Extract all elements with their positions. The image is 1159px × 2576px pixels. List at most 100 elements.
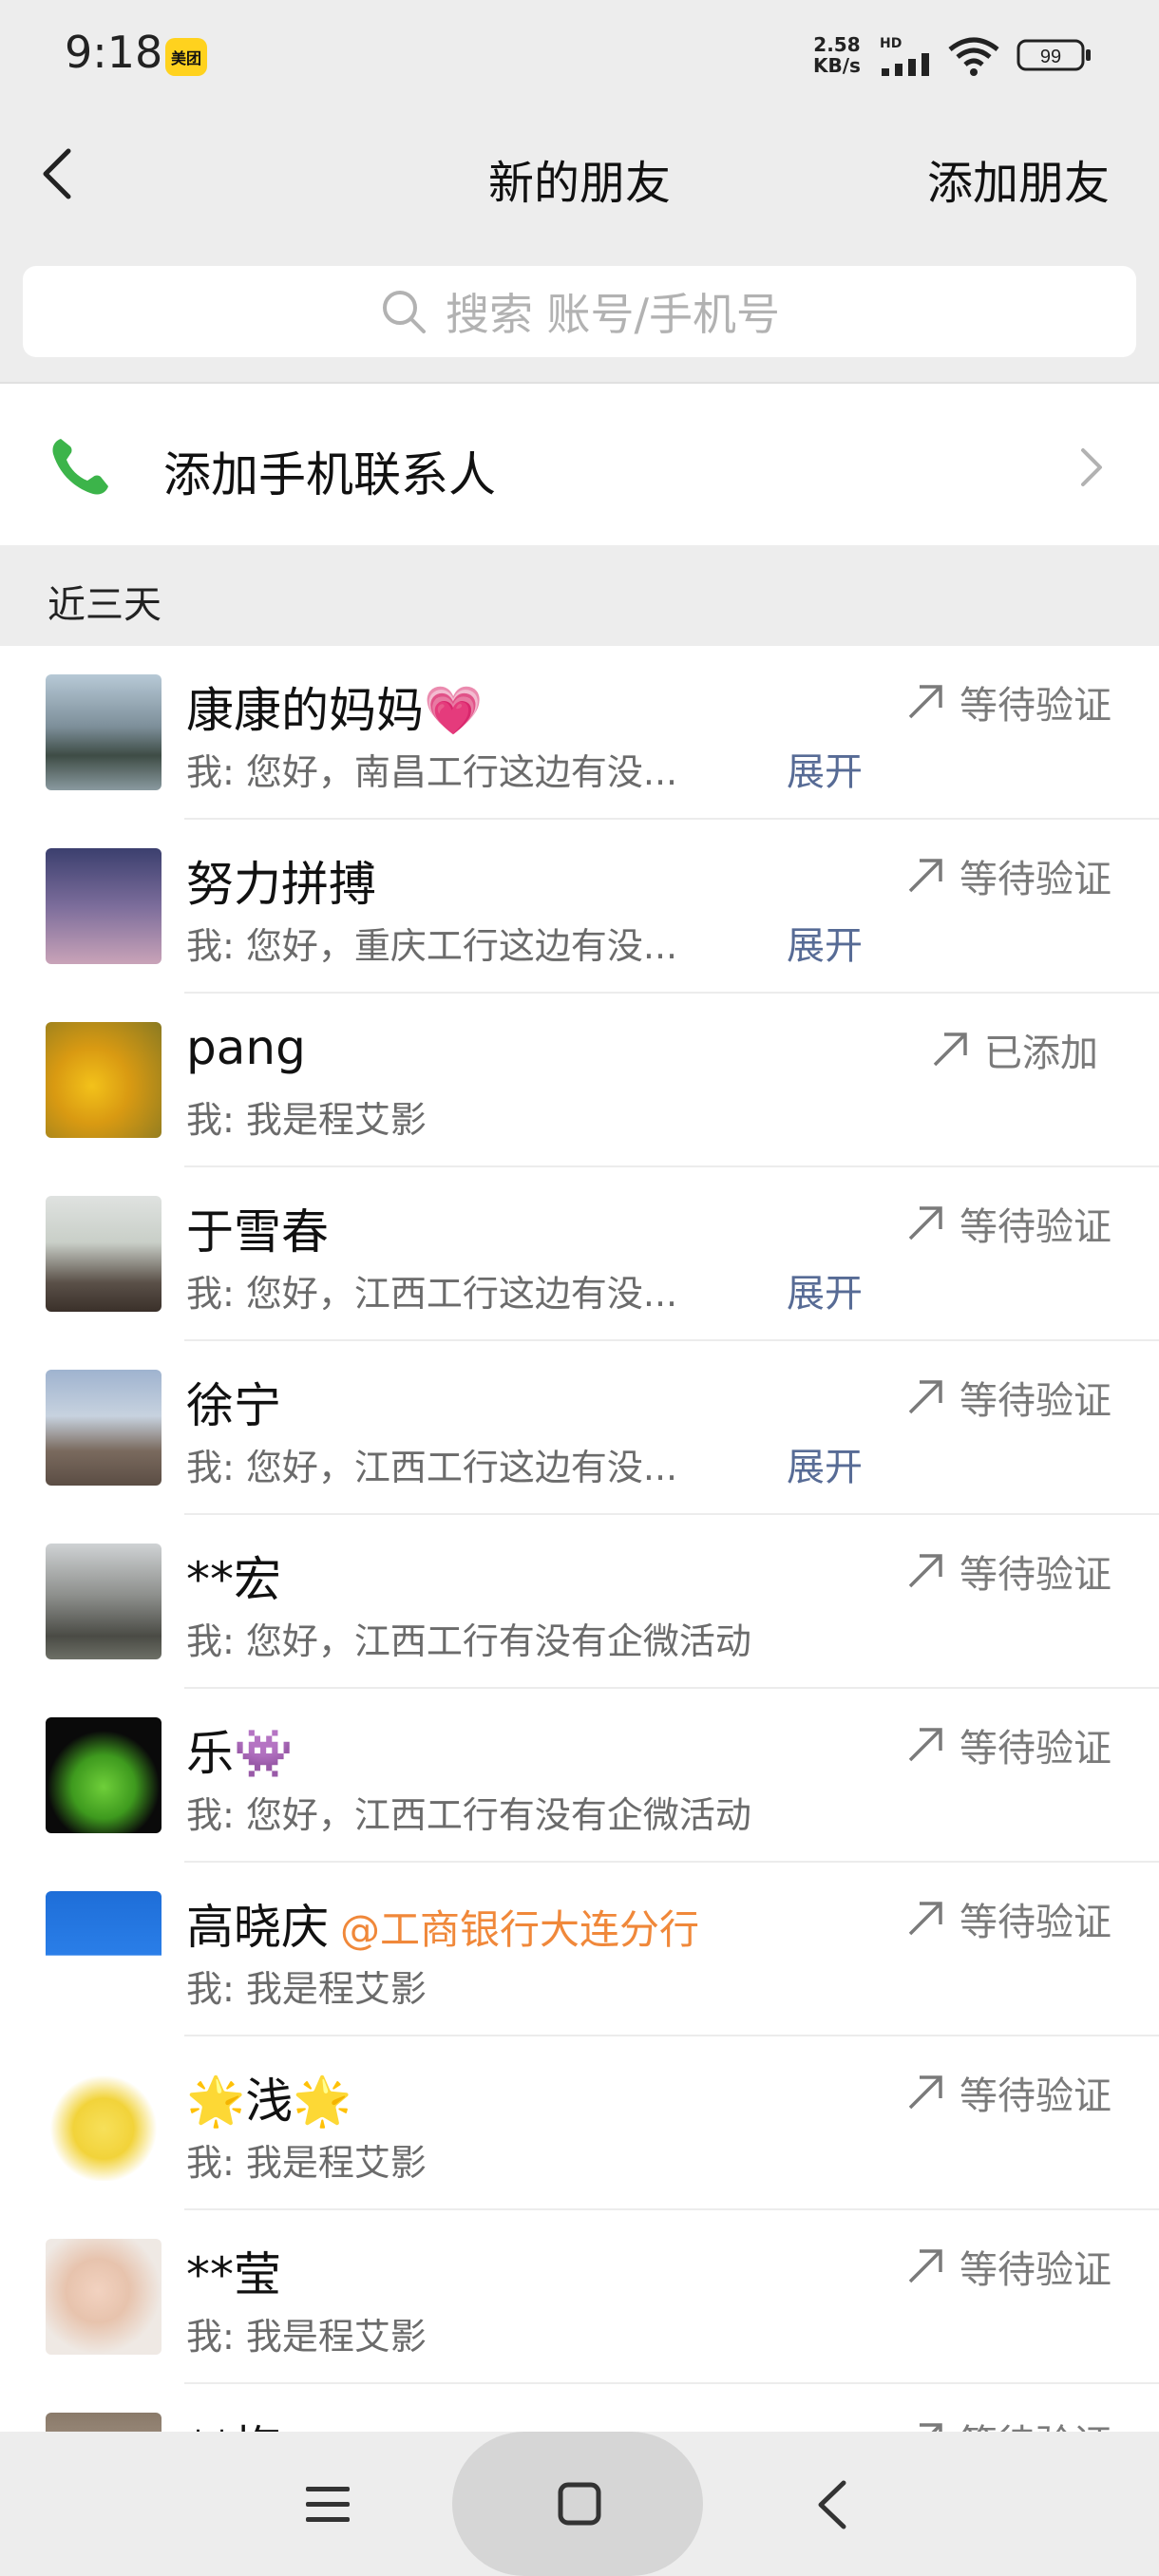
signal-icon xyxy=(882,53,929,76)
avatar[interactable] xyxy=(46,848,162,964)
request-status-label: 等待验证 xyxy=(960,1379,1112,1423)
arrow-up-right-icon xyxy=(908,1554,942,1588)
request-message: 我: 我是程艾影 xyxy=(186,1968,427,2010)
request-message: 我: 您好，江西工行这边有没... xyxy=(186,1273,678,1315)
request-status: 等待验证 xyxy=(904,848,1112,903)
request-status-label: 等待验证 xyxy=(960,2248,1112,2292)
avatar[interactable] xyxy=(46,1370,162,1486)
status-bar: 9:18 美团 2.58 KB/s HD 99 xyxy=(0,0,1159,109)
meituan-app-icon: 美团 xyxy=(165,38,207,76)
friend-name: 🌟浅🌟 xyxy=(186,2074,352,2129)
network-speed: 2.58 KB/s xyxy=(813,34,861,76)
phone-icon xyxy=(52,439,108,495)
network-speed-value: 2.58 xyxy=(813,33,861,56)
avatar[interactable] xyxy=(46,1717,162,1833)
expand-link[interactable]: 展开 xyxy=(787,1262,863,1317)
add-friend-button[interactable]: 添加朋友 xyxy=(927,145,1110,212)
arrow-up-right-icon xyxy=(908,1380,942,1414)
request-status: 已添加 xyxy=(929,1022,1098,1077)
hd-indicator: HD xyxy=(880,36,902,51)
friend-name: **宏 xyxy=(186,1552,281,1607)
arrow-up-right-icon xyxy=(908,1206,942,1241)
arrow-up-right-icon xyxy=(908,859,942,893)
request-status: 等待验证 xyxy=(904,2413,1112,2432)
section-label: 近三天 xyxy=(48,583,162,627)
friend-request-item[interactable]: **莹 我: 我是程艾影 等待验证 xyxy=(0,2210,1159,2384)
request-status: 等待验证 xyxy=(904,1370,1112,1425)
chevron-right-icon xyxy=(1081,448,1102,486)
friend-request-item[interactable]: 康康的妈妈💗 我: 您好，南昌工行这边有没... 展开 等待验证 xyxy=(0,646,1159,820)
request-status-label: 等待验证 xyxy=(960,684,1112,728)
request-status: 等待验证 xyxy=(904,1891,1112,1946)
friend-name: 于雪春 xyxy=(186,1204,329,1260)
request-status-label: 已添加 xyxy=(984,1032,1098,1075)
friend-request-item[interactable]: 高晓庆 @工商银行大连分行 我: 我是程艾影 等待验证 xyxy=(0,1863,1159,2036)
arrow-up-right-icon xyxy=(920,2423,942,2432)
friend-name: **梅 xyxy=(186,2411,281,2432)
request-message: 我: 您好，重庆工行这边有没... xyxy=(186,925,678,967)
status-time: 9:18 xyxy=(65,27,163,78)
request-status-label: 等待验证 xyxy=(960,2413,1112,2432)
arrow-up-right-icon xyxy=(908,2249,942,2283)
avatar[interactable] xyxy=(46,2413,162,2432)
friend-request-item[interactable]: 努力拼搏 我: 您好，重庆工行这边有没... 展开 等待验证 xyxy=(0,820,1159,994)
home-icon xyxy=(558,2482,601,2526)
avatar[interactable] xyxy=(46,1544,162,1659)
friend-request-item[interactable]: pang 我: 我是程艾影 已添加 xyxy=(0,994,1159,1167)
arrow-up-right-icon xyxy=(908,685,942,719)
avatar[interactable] xyxy=(46,1196,162,1312)
nav-bar: 新的朋友 添加朋友 xyxy=(0,109,1159,237)
friend-request-item[interactable]: **梅 等待验证 xyxy=(0,2384,1159,2432)
friend-request-item[interactable]: 乐👾 我: 您好，江西工行有没有企微活动 等待验证 xyxy=(0,1689,1159,1863)
expand-link[interactable]: 展开 xyxy=(787,915,863,970)
menu-icon[interactable] xyxy=(302,2483,353,2527)
request-status-label: 等待验证 xyxy=(960,1901,1112,1944)
friend-request-item[interactable]: 于雪春 我: 您好，江西工行这边有没... 展开 等待验证 xyxy=(0,1167,1159,1341)
back-icon[interactable] xyxy=(813,2477,851,2532)
request-message: 我: 我是程艾影 xyxy=(186,1099,427,1141)
add-phone-contacts-row[interactable]: 添加手机联系人 xyxy=(0,384,1159,545)
section-header: 近三天 xyxy=(0,545,1159,646)
request-message: 我: 您好，江西工行有没有企微活动 xyxy=(186,1620,751,1662)
avatar[interactable] xyxy=(46,674,162,790)
friend-request-item[interactable]: 徐宁 我: 您好，江西工行这边有没... 展开 等待验证 xyxy=(0,1341,1159,1515)
avatar[interactable] xyxy=(46,2239,162,2355)
friend-name: 徐宁 xyxy=(186,1378,281,1433)
battery-level: 99 xyxy=(1040,47,1061,67)
arrow-up-right-icon xyxy=(908,2075,942,2110)
search-icon xyxy=(382,291,426,333)
request-status-label: 等待验证 xyxy=(960,1205,1112,1249)
request-status: 等待验证 xyxy=(904,2065,1112,2120)
search-input[interactable]: 搜索 账号/手机号 xyxy=(23,266,1136,357)
friend-request-list[interactable]: 康康的妈妈💗 我: 您好，南昌工行这边有没... 展开 等待验证 努力拼搏 我:… xyxy=(0,646,1159,2432)
avatar[interactable] xyxy=(46,1022,162,1138)
friend-name: **莹 xyxy=(186,2247,281,2302)
request-message: 我: 您好，江西工行这边有没... xyxy=(186,1447,678,1488)
request-message: 我: 您好，江西工行有没有企微活动 xyxy=(186,1794,751,1836)
friend-request-item[interactable]: 🌟浅🌟 我: 我是程艾影 等待验证 xyxy=(0,2036,1159,2210)
expand-link[interactable]: 展开 xyxy=(787,1436,863,1491)
request-status: 等待验证 xyxy=(904,674,1112,729)
request-message: 我: 您好，南昌工行这边有没... xyxy=(186,751,678,793)
request-status: 等待验证 xyxy=(904,1717,1112,1772)
arrow-up-right-icon xyxy=(908,1728,942,1762)
request-status-label: 等待验证 xyxy=(960,1553,1112,1597)
friend-name: 努力拼搏 xyxy=(186,857,376,912)
request-message: 我: 我是程艾影 xyxy=(186,2316,427,2358)
request-status-label: 等待验证 xyxy=(960,1727,1112,1771)
friend-request-item[interactable]: **宏 我: 您好，江西工行有没有企微活动 等待验证 xyxy=(0,1515,1159,1689)
avatar[interactable] xyxy=(46,2065,162,2181)
avatar[interactable] xyxy=(46,1891,162,2007)
request-status: 等待验证 xyxy=(904,1544,1112,1599)
friend-name: pang xyxy=(186,1020,306,1075)
expand-link[interactable]: 展开 xyxy=(787,741,863,796)
battery-icon: 99 xyxy=(1016,39,1091,71)
request-status: 等待验证 xyxy=(904,1196,1112,1251)
friend-name: 乐👾 xyxy=(186,1726,294,1781)
arrow-up-right-icon xyxy=(933,1032,967,1067)
arrow-up-right-icon xyxy=(908,1902,942,1936)
system-nav-bar xyxy=(0,2432,1159,2576)
search-placeholder: 搜索 账号/手机号 xyxy=(445,289,781,340)
friend-name: 高晓庆 @工商银行大连分行 xyxy=(186,1900,700,1955)
request-status-label: 等待验证 xyxy=(960,2074,1112,2118)
